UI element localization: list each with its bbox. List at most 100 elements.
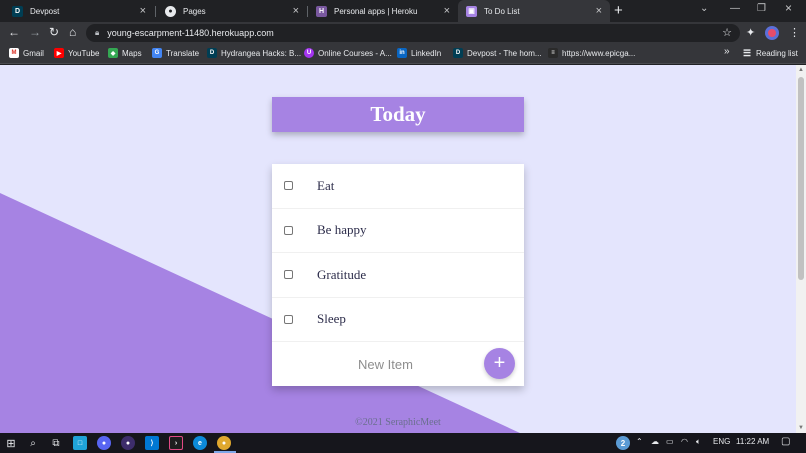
bookmark-label: Hydrangea Hacks: B... [221,48,302,58]
bookmark-label: Translate [166,48,200,58]
add-item-button[interactable]: + [484,348,515,379]
item-text: Be happy [317,222,367,238]
close-icon[interactable]: × [596,5,602,17]
heading-box: Today [272,97,524,132]
terminal-icon[interactable]: › [169,436,183,450]
bookmark-star-icon[interactable]: ☆ [722,26,732,39]
bookmark-label: Maps [122,48,142,58]
restore-icon[interactable]: ❐ [757,3,766,14]
bookmark-label: https://www.epicga... [562,48,636,58]
windows-start-icon[interactable]: ⊞ [4,436,18,450]
bookmark-translate[interactable]: G Translate [152,48,199,58]
tab-todo[interactable]: ▣ To Do List × [458,0,610,22]
store-icon[interactable]: □ [73,436,87,450]
close-icon[interactable]: × [444,5,450,17]
bookmark-online-courses[interactable]: U Online Courses - A... [304,48,392,58]
new-item-input[interactable]: New Item [358,357,413,372]
bookmark-youtube[interactable]: ▶ YouTube [54,48,99,58]
bookmark-label: LinkedIn [411,48,442,58]
linkedin-icon: in [397,48,407,58]
translate-icon: G [152,48,162,58]
footer-copyright: ©2021 SeraphicMeet [355,417,441,428]
wifi-icon[interactable]: ◠ [681,437,688,446]
online-courses-icon: U [304,48,314,58]
bookmark-label: Online Courses - A... [318,48,392,58]
reload-icon[interactable]: ↻ [49,25,59,39]
clock-time[interactable]: 11:22 AM [736,437,769,446]
list-item: Sleep [272,298,524,342]
reading-list-icon: ☰ [742,47,752,58]
tab-title: To Do List [484,6,520,16]
item-text: Eat [317,177,335,193]
github-desktop-icon[interactable]: ● [121,436,135,450]
bookmark-maps[interactable]: ◆ Maps [108,48,142,58]
volume-icon[interactable]: 🔈︎ [696,437,701,447]
github-icon: ● [165,5,176,17]
task-view-icon[interactable]: ⧉ [49,436,63,450]
tab-heroku[interactable]: H Personal apps | Heroku × [308,0,458,22]
notifications-icon[interactable]: ▢ [781,436,790,447]
tab-title: Pages [183,6,206,16]
item-checkbox[interactable] [284,270,293,279]
chrome-icon[interactable]: ● [217,436,231,450]
bookmark-label: Gmail [23,48,44,58]
back-icon[interactable]: ← [8,25,20,39]
bookmark-label: Devpost - The hom... [467,48,542,58]
reading-list-label: Reading list [756,48,798,58]
profile-avatar[interactable] [765,26,779,40]
item-text: Sleep [317,311,346,327]
lock-icon[interactable]: 🔒︎ [95,28,99,38]
todo-list: Eat Be happy Gratitude Sleep New Item + [272,164,524,386]
search-icon[interactable]: ⌕ [26,436,40,450]
extensions-icon[interactable]: ✦ [746,26,755,39]
bookmarks-bar: M Gmail ▶ YouTube ◆ Maps G Translate D H… [0,44,806,64]
page-title: Today [370,102,426,126]
new-tab-button[interactable]: + [614,2,623,19]
page-scrollbar[interactable]: ▲ ▼ [796,65,806,433]
tab-search-icon[interactable]: ⌄ [700,3,708,14]
minimize-icon[interactable]: — [730,3,740,14]
item-checkbox[interactable] [284,225,293,235]
close-icon[interactable]: × [293,5,299,17]
tab-separator [155,6,156,17]
item-checkbox[interactable] [284,314,293,324]
battery-icon[interactable]: ▭ [666,437,674,446]
youtube-icon: ▶ [54,48,64,58]
scrollbar-thumb[interactable] [798,77,804,280]
bookmark-linkedin[interactable]: in LinkedIn [397,48,441,58]
close-window-icon[interactable]: × [785,1,792,15]
item-checkbox[interactable] [284,181,293,190]
url-text: young-escarpment-11480.herokuapp.com [107,28,274,38]
menu-icon[interactable]: ⋮ [789,26,800,39]
bookmark-gmail[interactable]: M Gmail [9,48,44,58]
bookmark-devpost[interactable]: D Devpost - The hom... [453,48,542,58]
scroll-down-icon[interactable]: ▼ [798,425,804,431]
heroku-icon: H [316,5,327,17]
tab-devpost[interactable]: D Devpost × [4,0,154,22]
discord-icon[interactable]: ● [97,436,111,450]
bookmark-label: YouTube [68,48,100,58]
bookmark-hydrangea[interactable]: D Hydrangea Hacks: B... [207,48,301,58]
list-item: Eat [272,164,524,209]
scroll-up-icon[interactable]: ▲ [798,67,804,73]
tab-title: Devpost [30,6,60,16]
devpost-icon: D [453,48,463,58]
reading-list-button[interactable]: ☰ Reading list [742,48,798,58]
item-text: Gratitude [317,266,367,282]
forward-icon[interactable]: → [29,25,41,39]
close-icon[interactable]: × [140,5,146,17]
tab-pages[interactable]: ● Pages × [157,0,307,22]
tray-chevron-icon[interactable]: ⌃ [636,437,643,446]
windows-taskbar: ⊞ ⌕ ⧉ □ ● ● ⟩ › e ● 2 ⌃ ☁ ▭ ◠ 🔈︎ ENG 11:… [0,433,806,453]
language-indicator[interactable]: ENG [713,437,730,446]
bookmark-epicgames[interactable]: ≡ https://www.epicga... [548,48,635,58]
address-bar[interactable]: 🔒︎ young-escarpment-11480.herokuapp.com … [86,24,740,42]
vscode-icon[interactable]: ⟩ [145,436,159,450]
tab-title: Personal apps | Heroku [334,6,418,16]
bookmarks-overflow-button[interactable]: » [724,46,730,57]
home-icon[interactable]: ⌂ [69,25,76,39]
devpost-icon: D [12,5,23,17]
onedrive-icon[interactable]: ☁ [651,437,659,446]
edge-icon[interactable]: e [193,436,207,450]
notification-badge-icon[interactable]: 2 [616,436,630,450]
